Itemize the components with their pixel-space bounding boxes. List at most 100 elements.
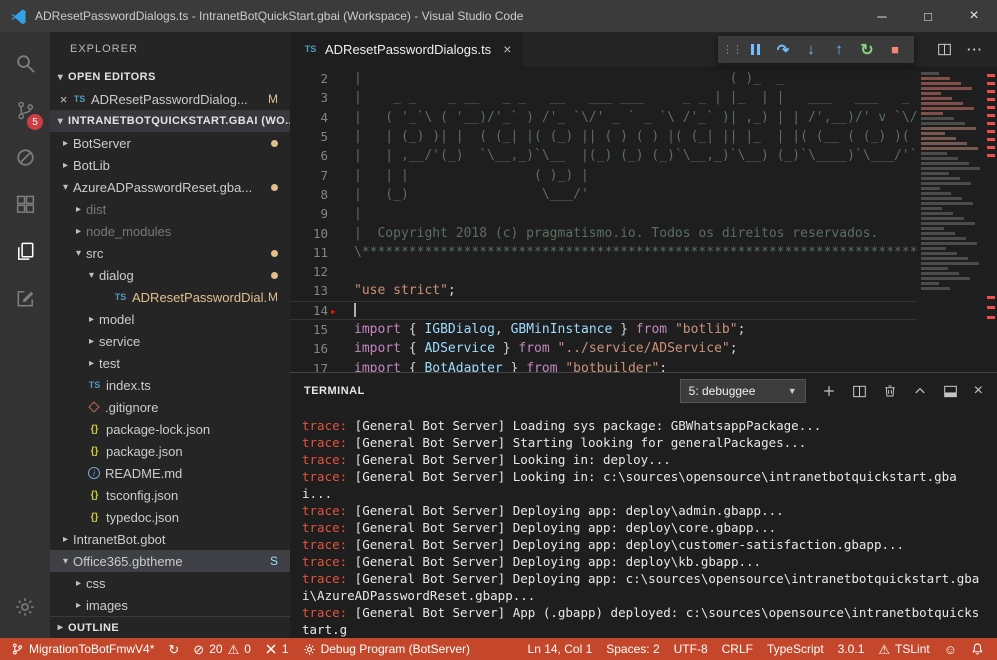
folder-css[interactable]: ▸css bbox=[50, 572, 290, 594]
notifications[interactable] bbox=[964, 638, 991, 660]
outline-header[interactable]: ▸ OUTLINE bbox=[50, 616, 290, 638]
split-terminal-button[interactable] bbox=[852, 384, 867, 399]
close-panel-button[interactable]: × bbox=[974, 382, 983, 400]
line-number[interactable]: 2 bbox=[290, 71, 328, 86]
file-index-ts[interactable]: TSindex.ts bbox=[50, 374, 290, 396]
code-line-3[interactable]: 3| _ _ _ __ _ _ __ ___ ___ _ _ | |_ | | … bbox=[290, 88, 997, 107]
close-editor-icon[interactable]: × bbox=[56, 92, 71, 107]
terminal-tab[interactable]: TERMINAL bbox=[304, 385, 365, 397]
activity-explorer-button[interactable] bbox=[0, 228, 50, 275]
code-line-10[interactable]: 10| Copyright 2018 (c) pragmatismo.io. T… bbox=[290, 223, 997, 242]
line-number[interactable]: 12 bbox=[290, 264, 328, 279]
open-editor-item[interactable]: × TS ADResetPasswordDialog... M bbox=[50, 88, 290, 110]
activity-extensions-button[interactable] bbox=[0, 181, 50, 228]
code-line-4[interactable]: 4| ( '_`\ ( '__)/'_` ) /'_ `\/' _ ` _ `\… bbox=[290, 108, 997, 127]
code-line-12[interactable]: 12 bbox=[290, 262, 997, 281]
folder-office365-gbtheme[interactable]: ▾Office365.gbthemeS bbox=[50, 550, 290, 572]
code-line-14[interactable]: 14▶ bbox=[290, 301, 997, 320]
activity-source-control-button[interactable]: 5 bbox=[0, 87, 50, 134]
open-editors-header[interactable]: ▾ OPEN EDITORS bbox=[50, 66, 290, 88]
file-readme-md[interactable]: iREADME.md bbox=[50, 462, 290, 484]
debug-step-out-button[interactable]: ↑ bbox=[825, 36, 853, 63]
more-actions-button[interactable]: ··· bbox=[967, 42, 983, 57]
git-branch-status[interactable]: MigrationToBotFmwV4* bbox=[4, 638, 161, 660]
folder-dialog[interactable]: ▾dialog bbox=[50, 264, 290, 286]
line-number[interactable]: 14 bbox=[290, 303, 328, 318]
folder-azureadpasswordreset-gba[interactable]: ▾AzureADPasswordReset.gba... bbox=[50, 176, 290, 198]
line-number[interactable]: 9 bbox=[290, 206, 328, 221]
maximize-button[interactable]: □ bbox=[905, 0, 951, 32]
line-number[interactable]: 15 bbox=[290, 322, 328, 337]
code-line-9[interactable]: 9| | bbox=[290, 204, 997, 223]
code-line-2[interactable]: 2| ( )_ _ | bbox=[290, 69, 997, 88]
debug-program-status[interactable]: Debug Program (BotServer) bbox=[296, 638, 477, 660]
code-line-17[interactable]: 17import { BotAdapter } from "botbuilder… bbox=[290, 358, 997, 372]
code-line-5[interactable]: 5| | (_) )| | ( (_| |( (_) || ( ) ( ) |(… bbox=[290, 127, 997, 146]
code-line-11[interactable]: 11\*************************************… bbox=[290, 243, 997, 262]
activity-settings-button[interactable] bbox=[0, 583, 50, 630]
folder-images[interactable]: ▸images bbox=[50, 594, 290, 616]
typescript-version[interactable]: 3.0.1 bbox=[831, 638, 872, 660]
line-number[interactable]: 11 bbox=[290, 245, 328, 260]
terminal-output[interactable]: trace: [General Bot Server] Loading sys … bbox=[290, 409, 997, 638]
debug-pause-button[interactable] bbox=[741, 36, 769, 63]
folder-botlib[interactable]: ▸BotLib bbox=[50, 154, 290, 176]
line-number[interactable]: 16 bbox=[290, 341, 328, 356]
maximize-panel-button[interactable] bbox=[913, 384, 927, 398]
close-tab-icon[interactable]: × bbox=[503, 41, 511, 57]
minimize-button[interactable]: ─ bbox=[859, 0, 905, 32]
tasks-status[interactable]: 1 bbox=[258, 638, 296, 660]
folder-test[interactable]: ▸test bbox=[50, 352, 290, 374]
code-line-13[interactable]: 13"use strict"; bbox=[290, 281, 997, 300]
line-number[interactable]: 17 bbox=[290, 361, 328, 372]
problems-status[interactable]: ⊘20⚠0 bbox=[186, 638, 258, 660]
terminal-selector[interactable]: 5: debuggee ▼ bbox=[680, 379, 806, 403]
indentation[interactable]: Spaces: 2 bbox=[599, 638, 666, 660]
debug-step-over-button[interactable]: ↷ bbox=[769, 36, 797, 63]
folder-botserver[interactable]: ▸BotServer bbox=[50, 132, 290, 154]
folder-src[interactable]: ▾src bbox=[50, 242, 290, 264]
line-number[interactable]: 5 bbox=[290, 129, 328, 144]
code-line-15[interactable]: 15import { IGBDialog, GBMinInstance } fr… bbox=[290, 320, 997, 339]
sync-status[interactable]: ↻ bbox=[161, 638, 186, 660]
encoding[interactable]: UTF-8 bbox=[667, 638, 715, 660]
code-line-7[interactable]: 7| | | ( )_) | | bbox=[290, 165, 997, 184]
line-number[interactable]: 10 bbox=[290, 226, 328, 241]
folder-node-modules[interactable]: ▸node_modules bbox=[50, 220, 290, 242]
file-package-lock-json[interactable]: {}package-lock.json bbox=[50, 418, 290, 440]
folder-service[interactable]: ▸service bbox=[50, 330, 290, 352]
debug-step-into-button[interactable]: ↓ bbox=[797, 36, 825, 63]
minimap[interactable] bbox=[917, 66, 985, 372]
file-adresetpassworddial[interactable]: TSADResetPasswordDial...M bbox=[50, 286, 290, 308]
file-package-json[interactable]: {}package.json bbox=[50, 440, 290, 462]
activity-debug-button[interactable] bbox=[0, 134, 50, 181]
cursor-position[interactable]: Ln 14, Col 1 bbox=[521, 638, 600, 660]
code-line-16[interactable]: 16import { ADService } from "../service/… bbox=[290, 339, 997, 358]
new-terminal-button[interactable] bbox=[822, 384, 836, 398]
file-tsconfig-json[interactable]: {}tsconfig.json bbox=[50, 484, 290, 506]
folder-dist[interactable]: ▸dist bbox=[50, 198, 290, 220]
debug-drag-handle-button[interactable]: ⋮⋮ bbox=[723, 36, 741, 63]
line-number[interactable]: 7 bbox=[290, 168, 328, 183]
line-number[interactable]: 13 bbox=[290, 283, 328, 298]
file-typedoc-json[interactable]: {}typedoc.json bbox=[50, 506, 290, 528]
line-number[interactable]: 6 bbox=[290, 148, 328, 163]
feedback[interactable]: ☺ bbox=[937, 638, 964, 660]
line-number[interactable]: 8 bbox=[290, 187, 328, 202]
close-button[interactable]: × bbox=[951, 0, 997, 32]
code-line-6[interactable]: 6| | ,__/'(_) `\__,_)`\__ |(_) (_) (_)`\… bbox=[290, 146, 997, 165]
line-number[interactable]: 4 bbox=[290, 110, 328, 125]
language-mode[interactable]: TypeScript bbox=[760, 638, 831, 660]
toggle-panel-button[interactable] bbox=[943, 384, 958, 399]
tslint-status[interactable]: ⚠TSLint bbox=[871, 638, 936, 660]
editor-tab[interactable]: TS ADResetPasswordDialogs.ts × bbox=[290, 32, 523, 66]
kill-terminal-button[interactable] bbox=[883, 384, 897, 398]
folder-model[interactable]: ▸model bbox=[50, 308, 290, 330]
activity-edit-button[interactable] bbox=[0, 275, 50, 322]
activity-search-button[interactable] bbox=[0, 40, 50, 87]
eol[interactable]: CRLF bbox=[715, 638, 760, 660]
debug-restart-button[interactable]: ↻ bbox=[853, 36, 881, 63]
folder-intranetbot-gbot[interactable]: ▸IntranetBot.gbot bbox=[50, 528, 290, 550]
code-editor[interactable]: 2| ( )_ _ |3| _ _ _ __ _ _ __ ___ ___ _ … bbox=[290, 66, 997, 372]
debug-stop-button[interactable]: ■ bbox=[881, 36, 909, 63]
